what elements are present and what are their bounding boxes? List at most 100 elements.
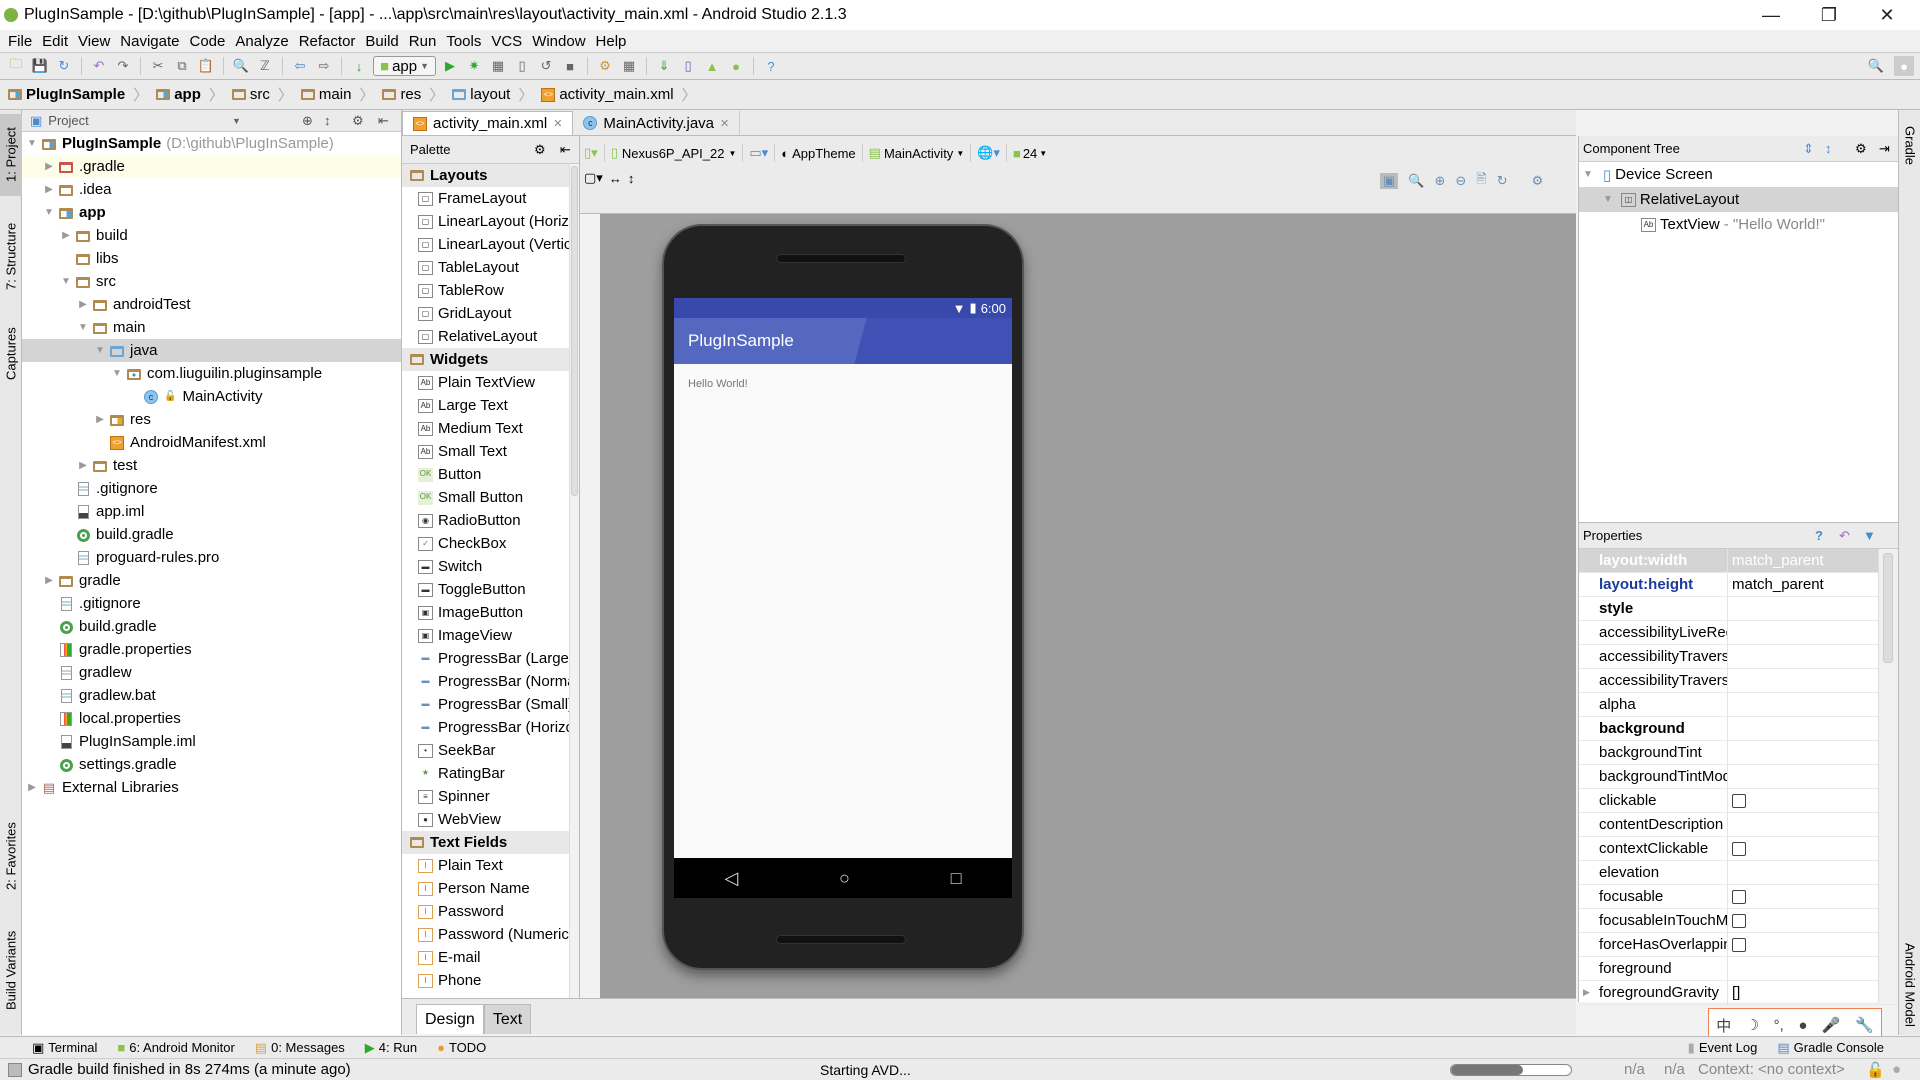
punctuation-icon[interactable]: °,	[1774, 1017, 1784, 1034]
property-value[interactable]	[1728, 837, 1878, 860]
tree-item[interactable]: <> AndroidManifest.xml	[22, 431, 401, 454]
settings-gear-icon[interactable]: ⚙	[1855, 141, 1867, 157]
tree-item[interactable]: ▶ gradle	[22, 569, 401, 592]
undo-icon[interactable]: ↶	[89, 56, 109, 76]
run-icon[interactable]: ▶	[440, 56, 460, 76]
orientation-icon[interactable]: ▭▾	[749, 145, 768, 161]
property-value[interactable]	[1728, 885, 1878, 908]
tree-item[interactable]: gradlew	[22, 661, 401, 684]
expand-arrow-right-icon[interactable]: ▶	[75, 299, 91, 310]
property-value[interactable]	[1728, 669, 1878, 692]
palette-item[interactable]: Ab Medium Text	[402, 417, 570, 440]
tree-item[interactable]: .gitignore	[22, 477, 401, 500]
property-row[interactable]: elevation	[1579, 861, 1898, 885]
palette-item[interactable]: I Person Name	[402, 877, 570, 900]
expand-arrow-icon[interactable]: ▼	[1583, 169, 1593, 180]
property-row[interactable]: alpha	[1579, 693, 1898, 717]
tab-design[interactable]: Design	[416, 1004, 484, 1034]
menu-analyze[interactable]: Analyze	[231, 33, 294, 50]
tree-item[interactable]: PlugInSample.iml	[22, 730, 401, 753]
tree-item[interactable]: ▶ build	[22, 224, 401, 247]
tab-activity-main-xml[interactable]: <> activity_main.xml ✕	[402, 111, 574, 135]
run-button[interactable]: ▶ 4: Run	[355, 1040, 427, 1056]
fill-height-icon[interactable]: ↕	[628, 171, 635, 186]
moon-icon[interactable]: ☽	[1746, 1016, 1759, 1034]
menu-run[interactable]: Run	[405, 33, 443, 50]
palette-item[interactable]: OK Button	[402, 463, 570, 486]
tree-node-device-screen[interactable]: ▼ ▯ Device Screen	[1579, 162, 1898, 187]
property-row[interactable]: contextClickable	[1579, 837, 1898, 861]
wrench-icon[interactable]: 🔧	[1855, 1016, 1874, 1034]
attach-debugger-icon[interactable]: ▦	[488, 56, 508, 76]
tree-item[interactable]: ▼ java	[22, 339, 401, 362]
help-icon[interactable]: ?	[1815, 528, 1823, 543]
tree-item[interactable]: gradlew.bat	[22, 684, 401, 707]
property-value[interactable]	[1728, 645, 1878, 668]
breadcrumb-item[interactable]: <> activity_main.xml 〉	[541, 84, 704, 105]
hide-pane-icon[interactable]: ⇥	[1879, 141, 1890, 157]
collapse-all-icon[interactable]: ↕	[1825, 141, 1832, 156]
redo-icon[interactable]: ↷	[113, 56, 133, 76]
property-value[interactable]	[1728, 909, 1878, 932]
property-checkbox[interactable]	[1732, 793, 1746, 808]
palette-item[interactable]: ✓ CheckBox	[402, 532, 570, 555]
gradle-sync-icon[interactable]: ⇓	[654, 56, 674, 76]
gradle-console-button[interactable]: ▤ Gradle Console	[1767, 1040, 1894, 1056]
sdk-download-icon[interactable]: ▲	[702, 56, 722, 76]
lock-icon[interactable]: 🔓	[1866, 1061, 1885, 1079]
tab-structure[interactable]: 7: Structure	[0, 210, 22, 302]
properties-scrollbar[interactable]	[1878, 549, 1898, 1003]
tree-item[interactable]: ▼ app	[22, 201, 401, 224]
search-everywhere-icon[interactable]: 🔍	[1866, 56, 1886, 76]
expand-arrow-right-icon[interactable]: ▶	[92, 414, 108, 425]
property-row[interactable]: backgroundTintMode	[1579, 765, 1898, 789]
property-value[interactable]	[1728, 765, 1878, 788]
project-structure-icon[interactable]: ⚙	[595, 56, 615, 76]
expand-arrow-icon[interactable]: ▼	[1603, 194, 1613, 205]
property-checkbox[interactable]	[1732, 889, 1746, 904]
property-checkbox[interactable]	[1732, 841, 1746, 856]
user-icon[interactable]: ●	[1798, 1017, 1807, 1034]
palette-item[interactable]: I Plain Text	[402, 854, 570, 877]
run-config-select[interactable]: ■ app ▼	[373, 56, 437, 76]
breadcrumb-item[interactable]: layout 〉	[452, 84, 541, 105]
tree-item[interactable]: ▼ PlugInSample (D:\github\PlugInSample)	[22, 132, 401, 155]
property-row[interactable]: layout:width match_parent	[1579, 549, 1898, 573]
tree-item[interactable]: libs	[22, 247, 401, 270]
palette-item[interactable]: ★ RatingBar	[402, 762, 570, 785]
palette-item[interactable]: ≡ Spinner	[402, 785, 570, 808]
expand-arrow-right-icon[interactable]: ▶	[1583, 987, 1590, 998]
property-row[interactable]: ▶ foregroundGravity[]	[1579, 981, 1898, 1005]
hide-pane-icon[interactable]: ⇤	[560, 142, 571, 158]
tree-item[interactable]: app.iml	[22, 500, 401, 523]
messages-button[interactable]: ▤ 0: Messages	[245, 1040, 355, 1056]
palette-item[interactable]: ▬ Switch	[402, 555, 570, 578]
tab-gradle[interactable]: Gradle	[1899, 116, 1920, 176]
tab-captures[interactable]: Captures	[0, 316, 22, 392]
help-icon[interactable]: ?	[761, 56, 781, 76]
tree-item[interactable]: .gitignore	[22, 592, 401, 615]
api-level-select[interactable]: ■ 24 ▼	[1013, 146, 1047, 161]
menu-code[interactable]: Code	[185, 33, 231, 50]
settings-gear-icon[interactable]: ⚙	[352, 113, 364, 129]
tree-item[interactable]: ▼ src	[22, 270, 401, 293]
palette-item[interactable]: ▬ ProgressBar (Horizontal)	[402, 716, 571, 739]
palette-item[interactable]: ▢ RelativeLayout	[402, 325, 570, 348]
tree-item[interactable]: ▶ .gradle	[22, 155, 401, 178]
inspector-icon[interactable]: ●	[1892, 1061, 1901, 1078]
avd-manager-icon[interactable]: ▯	[678, 56, 698, 76]
activity-select[interactable]: ▤ MainActivity ▼	[869, 145, 965, 161]
copy-icon[interactable]: ⧉	[172, 56, 192, 76]
context-indicator[interactable]: Context: <no context>	[1698, 1061, 1845, 1078]
property-row[interactable]: accessibilityTraversalAfter	[1579, 645, 1898, 669]
open-folder-icon[interactable]: 🗀	[6, 56, 26, 76]
palette-item[interactable]: Ab Small Text	[402, 440, 570, 463]
close-tab-icon[interactable]: ✕	[553, 117, 562, 130]
event-log-button[interactable]: ▮ Event Log	[1678, 1040, 1768, 1056]
tab-main-activity-java[interactable]: c MainActivity.java ✕	[573, 111, 741, 135]
palette-item[interactable]: • SeekBar	[402, 739, 570, 762]
property-row[interactable]: backgroundTint	[1579, 741, 1898, 765]
expand-arrow-down-icon[interactable]: ▼	[109, 368, 125, 379]
property-row[interactable]: layout:height match_parent	[1579, 573, 1898, 597]
property-value[interactable]	[1728, 957, 1878, 980]
